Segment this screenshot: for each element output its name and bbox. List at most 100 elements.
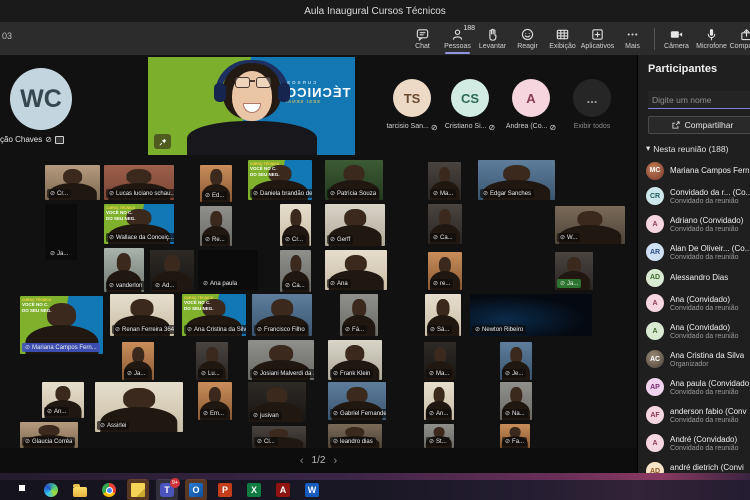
video-tile[interactable]: ⊘Ed... [200,165,232,202]
participant-row[interactable]: ARAlan De Oliveir... (Co...Convidado da … [646,238,750,266]
video-tile[interactable]: ⊘Ma... [424,342,456,380]
toolbar-button-compartilhar[interactable]: Compartilh [729,22,750,55]
toolbar-button-levantar[interactable]: Levantar [475,22,510,55]
mic-muted-icon: ⊘ [333,410,338,417]
taskbar-icon-pinned-partial[interactable] [14,482,30,498]
participant-row[interactable]: AFanderson fabio (ConvConvidado da reuni… [646,401,750,429]
participant-row[interactable]: CRConvidado da r... (Co...Convidado da r… [646,182,750,210]
video-tile[interactable]: ⊘Lucas luciano schau... [104,165,174,200]
section-header[interactable]: ▾ Nesta reunião (188) [646,143,728,154]
main-speaker-video[interactable]: CURSOS TÉCNICO SESI SENAI [148,57,355,155]
video-tile[interactable]: ⊘Ad... [150,250,194,292]
participant-row[interactable]: ADandré dietrich (ConviConvidado da reun… [646,457,750,473]
video-tile[interactable]: ⊘An... [424,382,454,420]
video-tile[interactable]: ⊘Gabriel Fernandes [328,382,386,420]
toolbar-button-mais[interactable]: Mais [615,22,650,55]
taskbar-icon-acrobat[interactable]: A [275,482,291,498]
taskbar-icon-powerpoint[interactable]: P [217,482,233,498]
toolbar-button-exibicao[interactable]: Exibição [545,22,580,55]
stage-avatar[interactable]: AAndrea (Co...⊘ [511,79,551,132]
video-tile[interactable]: ⊘Ca... [280,250,311,292]
video-tile[interactable]: ⊘Edgar Sanches [478,160,555,200]
participant-row[interactable]: AAna (Convidado)Convidado da reunião [646,317,750,345]
video-tile[interactable]: CURSO TÉCNICOVOCÊ NO C.DO SEU NEG.⊘Walla… [104,204,174,244]
video-tile[interactable]: ⊘Francisco Filho [252,294,312,336]
taskbar-icon-edge[interactable] [43,482,59,498]
reagir-icon [520,27,535,42]
taskbar-icon-sticky-notes[interactable] [130,482,146,498]
taskbar-icon-teams[interactable]: T9+ [159,482,175,498]
participant-row[interactable]: ACAna Cristina da SilvaOrganizador [646,345,750,373]
video-tile[interactable]: ⊘St... [424,424,454,448]
show-all-avatars[interactable]: ...Exibir todos [572,79,612,130]
video-tile[interactable]: ⊘Cr... [45,165,100,200]
video-tile[interactable]: ⊘Josiani Malverdi da ... [248,340,314,380]
toolbar-button-aplicativos[interactable]: Aplicativos [580,22,615,55]
video-tile[interactable]: ⊘Renan Ferreira 3640... [110,294,174,336]
video-tile[interactable]: ⊘Newton Ribeiro [470,294,592,336]
video-tile[interactable]: ⊘Em... [198,382,232,420]
video-tile[interactable]: ⊘Ana paula [198,250,258,290]
participant-row[interactable]: APAna paula (ConvidadoConvidado da reuni… [646,373,750,401]
video-tile[interactable]: ⊘Cr... [280,204,311,246]
video-tile[interactable]: CURSO TÉCNICOVOCÊ NO C.DO SEU NEG.⊘Maria… [20,296,103,354]
taskbar-icon-explorer[interactable] [72,482,88,498]
share-invite-button[interactable]: Compartilhar [648,116,750,134]
video-tile[interactable]: CURSO TÉCNICOVOCÊ NO C.DO SEU NEG.⊘Danie… [248,160,312,200]
video-tile[interactable]: ⊘Ja... [555,252,593,290]
video-tile[interactable]: ⊘Ja... [45,204,77,260]
toolbar-button-label: Compartilh [730,43,750,50]
participant-row[interactable]: AAdriano (Convidado)Convidado da reunião [646,210,750,238]
video-tile[interactable]: ⊘jusivan [248,382,306,422]
search-input[interactable] [648,91,750,109]
participant-row[interactable]: MCMariana Campos Fern [646,159,750,182]
video-tile[interactable]: ⊘Lu... [196,342,228,380]
stage-avatar[interactable]: TStarcisio San...⊘ [392,79,432,132]
video-tile[interactable]: ⊘Ma... [428,162,461,200]
taskbar-icon-excel[interactable]: X [246,482,262,498]
mic-muted-icon: ⊘ [330,280,335,287]
video-tile[interactable]: ⊘Frank Klein [328,340,382,380]
video-tile[interactable]: ⊘Gerff [325,204,385,246]
video-tile[interactable]: ⊘Fá... [340,294,378,336]
toolbar-button-pessoas[interactable]: 188Pessoas [440,22,475,55]
video-tile[interactable]: ⊘An... [42,382,84,418]
tile-participant-name: re... [440,281,450,287]
taskbar-icon-outlook[interactable]: O [188,482,204,498]
video-tile[interactable]: ⊘re... [428,252,462,290]
video-tile[interactable]: ⊘Cl... [252,426,306,448]
video-tile[interactable]: ⊘leandro dias [328,424,382,448]
taskbar-icon-word[interactable]: W [304,482,320,498]
video-tile[interactable]: CURSO TÉCNICOVOCÊ NO C.DO SEU NEG.⊘Ana C… [182,294,246,336]
tile-name-label: ⊘Fa... [502,437,527,446]
video-tile[interactable]: ⊘Na... [500,382,532,420]
video-tile[interactable]: ⊘Glaucia Corrêa [20,422,78,448]
video-tile[interactable]: ⊘vanderlon [104,248,144,292]
prev-page-button[interactable]: ‹ [300,455,304,467]
participant-row[interactable]: AAna (Convidado)Convidado da reunião [646,289,750,317]
video-tile[interactable]: ⊘Re... [200,206,232,246]
avatar[interactable]: WC [10,68,72,130]
video-tile[interactable]: ⊘Ja... [122,342,154,380]
taskbar-icon-chrome[interactable] [101,482,117,498]
mic-muted-icon: ⊘ [433,234,438,241]
video-tile[interactable]: ⊘Sá... [425,294,461,336]
next-page-button[interactable]: › [333,455,337,467]
participant-name: Mariana Campos Fern [670,166,750,175]
toolbar-button-chat[interactable]: Chat [405,22,440,55]
video-tile[interactable]: ⊘Ca... [428,204,462,244]
participant-row[interactable]: ADAlessandro Dias [646,266,750,289]
toolbar-button-camera[interactable]: Câmera [659,22,694,55]
tile-participant-name: Lu... [208,371,220,377]
video-tile[interactable]: ⊘Je... [500,342,532,380]
video-tile[interactable]: ⊘Assirlei [95,382,183,432]
video-tile[interactable]: ⊘Patrícia Souza [325,160,383,200]
video-tile[interactable]: ⊘W... [555,206,625,244]
participant-row[interactable]: AAndré (Convidado)Convidado da reunião [646,429,750,457]
video-tile[interactable]: ⊘Ana [325,250,387,290]
tile-participant-name: Ja... [57,251,68,257]
stage-avatar[interactable]: CSCristiano Si...⊘ [450,79,490,132]
toolbar-button-microfone[interactable]: Microfone [694,22,729,55]
video-tile[interactable]: ⊘Fa... [500,424,530,448]
toolbar-button-reagir[interactable]: Reagir [510,22,545,55]
